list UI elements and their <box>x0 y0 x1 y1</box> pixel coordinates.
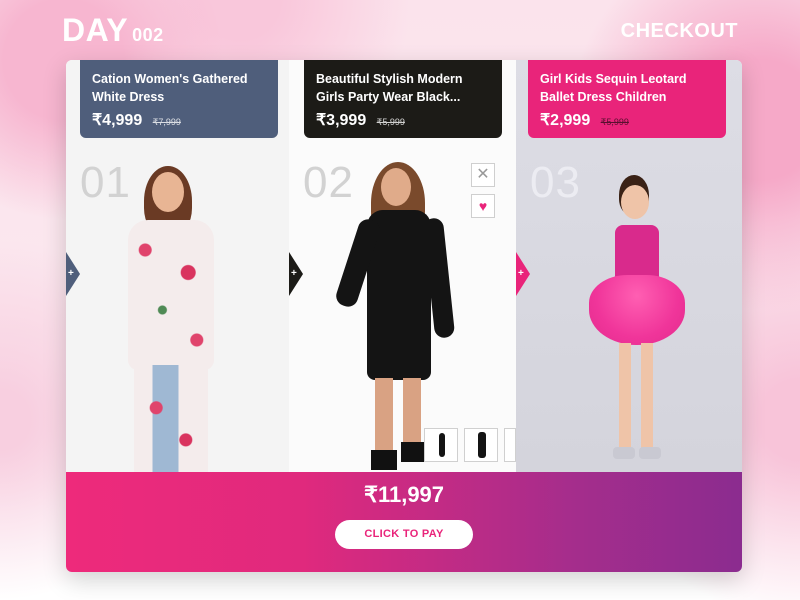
day-number: 002 <box>132 25 164 45</box>
product-title-1[interactable]: Cation Women's Gathered White Dress <box>92 70 266 106</box>
favorite-button[interactable]: ♥ <box>471 194 495 218</box>
product-info-2: Beautiful Stylish Modern Girls Party Wea… <box>304 60 502 138</box>
total-amount: ₹11,997 <box>363 482 445 507</box>
product-price-3: ₹2,999 <box>540 112 591 129</box>
product-title-2[interactable]: Beautiful Stylish Modern Girls Party Wea… <box>316 70 490 106</box>
product-old-price-1: ₹7,999 <box>152 117 181 127</box>
close-icon: ✕ <box>476 166 490 183</box>
product-price-1: ₹4,999 <box>92 112 143 129</box>
thumbnail-1[interactable] <box>424 428 458 462</box>
plus-icon: + <box>291 268 297 279</box>
product-card-1[interactable]: Cation Women's Gathered White Dress ₹4,9… <box>66 60 289 472</box>
add-tab-3[interactable]: + <box>516 252 530 296</box>
product-card-3[interactable]: Girl Kids Sequin Leotard Ballet Dress Ch… <box>516 60 742 472</box>
product-card-2[interactable]: Beautiful Stylish Modern Girls Party Wea… <box>289 60 516 472</box>
add-tab-1[interactable]: + <box>66 252 80 296</box>
plus-icon: + <box>68 268 74 279</box>
product-title-3[interactable]: Girl Kids Sequin Leotard Ballet Dress Ch… <box>540 70 714 106</box>
product-price-2: ₹3,999 <box>316 112 367 129</box>
thumbnail-2[interactable] <box>464 428 498 462</box>
product-image-2[interactable] <box>333 160 469 472</box>
product-old-price-2: ₹5,999 <box>376 117 405 127</box>
product-index-3: 03 <box>530 158 581 207</box>
close-button[interactable]: ✕ <box>471 163 495 187</box>
day-label: DAY <box>62 12 129 48</box>
pay-button[interactable]: CLICK TO PAY <box>335 520 473 549</box>
product-image-3[interactable] <box>581 175 691 465</box>
thumbnail-3[interactable] <box>504 428 516 462</box>
plus-icon: + <box>518 268 524 279</box>
product-image-1[interactable] <box>106 160 256 472</box>
heart-icon: ♥ <box>478 198 488 214</box>
checkout-card: Cation Women's Gathered White Dress ₹4,9… <box>66 60 742 572</box>
product-info-3: Girl Kids Sequin Leotard Ballet Dress Ch… <box>528 60 726 138</box>
add-tab-2[interactable]: + <box>289 252 303 296</box>
payment-footer: ₹11,997 CLICK TO PAY <box>66 472 742 572</box>
product-info-1: Cation Women's Gathered White Dress ₹4,9… <box>80 60 278 138</box>
day-title: DAY 002 <box>62 12 164 49</box>
checkout-title: CHECKOUT <box>620 20 738 42</box>
product-old-price-3: ₹5,999 <box>600 117 629 127</box>
